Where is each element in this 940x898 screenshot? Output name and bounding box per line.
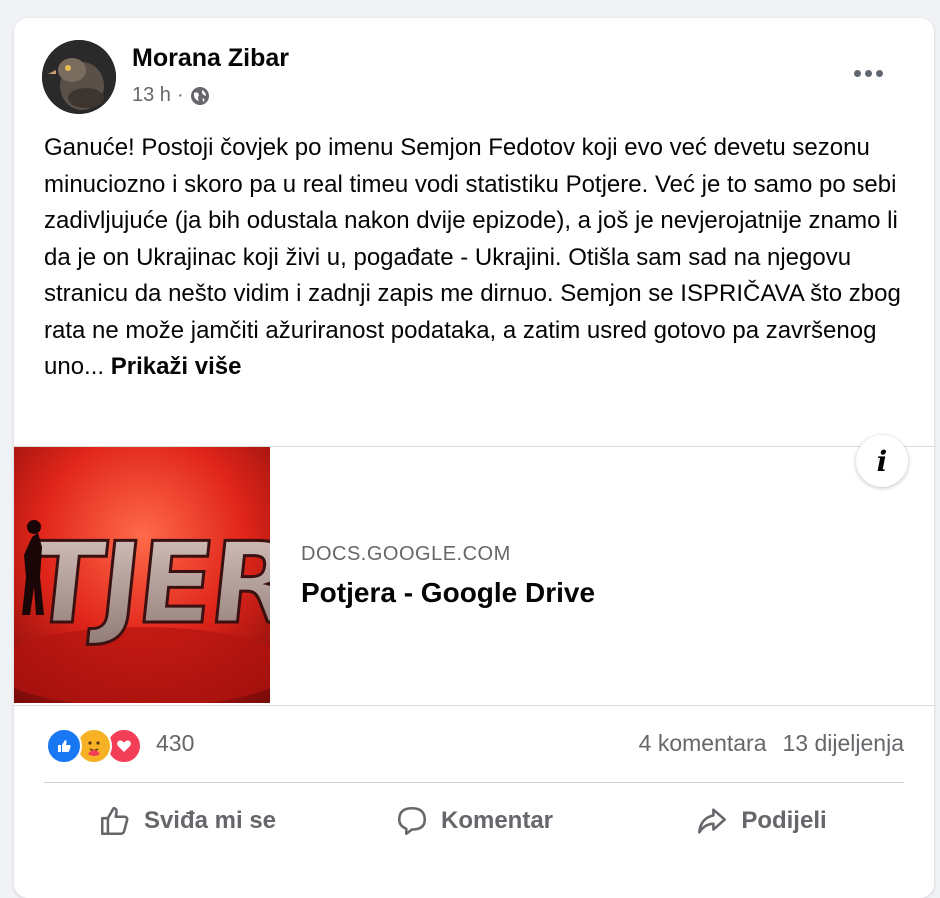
link-preview[interactable]: TJER DOCS.GOOGLE.COM Potjera - Google Dr… [14,435,934,706]
thumbs-up-icon [100,806,129,836]
stats-right: 4 komentara 13 dijeljenja [639,730,904,757]
like-label: Sviđa mi se [143,807,277,834]
link-domain: DOCS.GOOGLE.COM [301,543,511,565]
meta-separator: · [176,84,184,106]
post-meta: 13 h · [132,84,210,107]
share-label: Podijeli [741,807,827,834]
link-title[interactable]: Potjera - Google Drive [301,577,595,609]
post-text: Ganuće! Postoji čovjek po imenu Semjon F… [44,130,912,386]
post-body: Ganuće! Postoji čovjek po imenu Semjon F… [44,134,901,380]
share-count[interactable]: 13 dijeljenja [783,730,904,757]
comment-label: Komentar [440,807,554,834]
author-name[interactable]: Morana Zibar [132,44,289,73]
post-card: Morana Zibar 13 h · Ganuće! Postoji čovj… [14,18,934,898]
post-time[interactable]: 13 h [132,84,171,107]
link-thumbnail[interactable]: TJER [14,447,270,703]
see-more-link[interactable]: Prikaži više [111,353,242,380]
avatar[interactable] [42,40,116,114]
comment-count[interactable]: 4 komentara [639,730,767,757]
divider [44,782,904,783]
comment-icon [397,806,427,836]
like-button[interactable]: Sviđa mi se [44,794,330,848]
share-icon [698,808,727,834]
more-options-icon[interactable] [848,58,888,88]
comment-button[interactable]: Komentar [331,794,617,848]
globe-icon [190,86,209,105]
thumb-text: TJER [21,519,270,649]
potjera-thumbnail-image: TJER [14,447,270,703]
info-icon[interactable]: i [856,435,908,487]
engagement-stats: 430 4 komentara 13 dijeljenja [14,704,934,784]
like-icon [46,728,82,764]
avatar-image [42,40,116,114]
reaction-icons[interactable] [46,728,142,764]
post-header: Morana Zibar 13 h · [14,18,934,128]
reaction-count[interactable]: 430 [156,730,194,757]
action-bar: Sviđa mi se Komentar Podijeli [44,786,904,856]
share-button[interactable]: Podijeli [618,794,904,848]
